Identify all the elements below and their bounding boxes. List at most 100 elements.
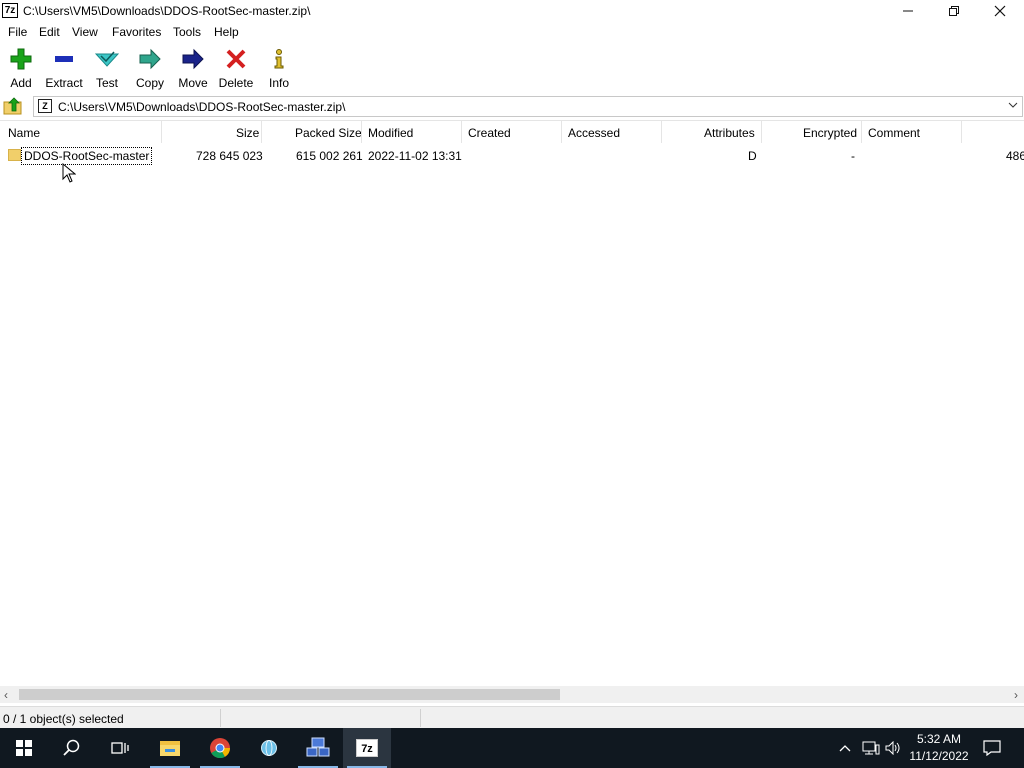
column-divider[interactable]: [961, 121, 962, 143]
network-tray-button[interactable]: [862, 728, 880, 768]
column-divider[interactable]: [361, 121, 362, 143]
minus-icon: [55, 56, 73, 62]
task-view-button[interactable]: [96, 728, 144, 768]
status-divider: [420, 709, 421, 727]
delete-label: Delete: [218, 76, 254, 90]
info-label: Info: [268, 76, 289, 90]
column-divider[interactable]: [261, 121, 262, 143]
column-modified[interactable]: Modified: [368, 126, 413, 140]
menu-bar: File Edit View Favorites Tools Help: [0, 23, 1024, 42]
7zip-app-icon: 7z: [2, 3, 18, 18]
menu-view[interactable]: View: [72, 25, 98, 39]
clock-time: 5:32 AM: [916, 732, 962, 746]
info-icon: [274, 49, 284, 69]
add-button[interactable]: Add: [4, 46, 38, 92]
column-divider[interactable]: [861, 121, 862, 143]
column-name[interactable]: Name: [8, 126, 40, 140]
windows-start-icon: [16, 740, 32, 756]
chrome-icon: [210, 738, 231, 759]
row-modified: 2022-11-02 13:31: [368, 149, 462, 163]
show-hidden-icons-button[interactable]: [839, 728, 851, 768]
delete-x-icon: [226, 49, 246, 69]
column-created[interactable]: Created: [468, 126, 511, 140]
close-button[interactable]: [977, 0, 1023, 22]
column-divider[interactable]: [561, 121, 562, 143]
row-name[interactable]: DDOS-RootSec-master: [21, 147, 153, 165]
status-bar: 0 / 1 object(s) selected: [0, 706, 1024, 729]
selection-status: 0 / 1 object(s) selected: [3, 712, 124, 726]
column-divider[interactable]: [461, 121, 462, 143]
svg-text:7z: 7z: [361, 743, 373, 755]
column-encrypted[interactable]: Encrypted: [803, 126, 857, 140]
move-button[interactable]: Move: [175, 46, 211, 92]
move-label: Move: [178, 76, 208, 90]
row-size: 728 645 023: [196, 149, 263, 163]
copy-label: Copy: [135, 76, 164, 90]
column-comment[interactable]: Comment: [868, 126, 920, 140]
test-check-icon: [95, 51, 119, 67]
scroll-left-icon[interactable]: ‹: [4, 688, 8, 702]
menu-edit[interactable]: Edit: [39, 25, 60, 39]
scroll-right-icon[interactable]: ›: [1014, 688, 1018, 702]
column-accessed[interactable]: Accessed: [568, 126, 620, 140]
extract-button[interactable]: Extract: [42, 46, 86, 92]
close-icon: [994, 5, 1006, 17]
move-arrow-icon: [182, 48, 204, 70]
menu-help[interactable]: Help: [214, 25, 239, 39]
folder-icon: [8, 149, 21, 161]
minimize-icon: [903, 10, 913, 12]
volume-tray-button[interactable]: [885, 728, 901, 768]
mouse-cursor-icon: [62, 163, 76, 183]
chrome-button[interactable]: [196, 728, 244, 768]
menu-tools[interactable]: Tools: [173, 25, 201, 39]
7zip-icon: 7z: [356, 739, 378, 757]
up-folder-button[interactable]: [3, 97, 25, 117]
column-attributes[interactable]: Attributes: [704, 126, 755, 140]
file-list: Name Size Packed Size Modified Created A…: [0, 120, 1024, 706]
restore-button[interactable]: [931, 0, 977, 22]
column-size[interactable]: Size: [236, 126, 259, 140]
globe-app-icon: [261, 740, 277, 756]
chevron-down-icon[interactable]: [1008, 100, 1018, 112]
toolbar: Add Extract Test Copy Move Delete Info: [0, 44, 1024, 94]
minimize-button[interactable]: [885, 0, 931, 22]
test-label: Test: [95, 76, 118, 90]
network-app-button[interactable]: [294, 728, 342, 768]
7zip-taskbar-button[interactable]: 7z: [343, 728, 391, 768]
row-packed-size: 615 002 261: [296, 149, 363, 163]
network-app-icon: [306, 737, 330, 757]
address-bar[interactable]: Z C:\Users\VM5\Downloads\DDOS-RootSec-ma…: [33, 96, 1023, 117]
search-button[interactable]: [48, 728, 96, 768]
column-divider[interactable]: [161, 121, 162, 143]
plus-icon: [10, 48, 32, 70]
menu-file[interactable]: File: [8, 25, 27, 39]
extract-label: Extract: [45, 76, 83, 90]
copy-button[interactable]: Copy: [132, 46, 168, 92]
file-explorer-button[interactable]: [146, 728, 194, 768]
title-bar: 7z C:\Users\VM5\Downloads\DDOS-RootSec-m…: [0, 0, 1024, 22]
taskbar: 7z 5:32 AM 11/12/2022: [0, 728, 1024, 768]
status-divider: [220, 709, 221, 727]
scroll-thumb[interactable]: [19, 689, 560, 700]
clock-date: 11/12/2022: [909, 749, 969, 763]
test-button[interactable]: Test: [90, 46, 124, 92]
horizontal-scrollbar[interactable]: ‹ ›: [0, 686, 1024, 703]
column-divider[interactable]: [761, 121, 762, 143]
info-button[interactable]: Info: [264, 46, 294, 92]
start-button[interactable]: [0, 728, 48, 768]
delete-button[interactable]: Delete: [217, 46, 255, 92]
column-packed-size[interactable]: Packed Size: [295, 126, 362, 140]
folder-up-icon: [3, 97, 22, 115]
table-row[interactable]: DDOS-RootSec-master 728 645 023 615 002 …: [0, 147, 1024, 165]
clock[interactable]: 5:32 AM 11/12/2022: [905, 731, 973, 765]
menu-favorites[interactable]: Favorites: [112, 25, 161, 39]
zip-archive-icon: Z: [38, 99, 52, 113]
address-path: C:\Users\VM5\Downloads\DDOS-RootSec-mast…: [58, 100, 346, 114]
notifications-button[interactable]: [983, 728, 1001, 768]
row-attributes: D: [748, 149, 757, 163]
column-divider[interactable]: [661, 121, 662, 143]
globe-app-button[interactable]: [245, 728, 293, 768]
file-explorer-icon: [160, 741, 180, 756]
task-view-icon: [111, 742, 129, 754]
restore-icon: [949, 6, 959, 16]
